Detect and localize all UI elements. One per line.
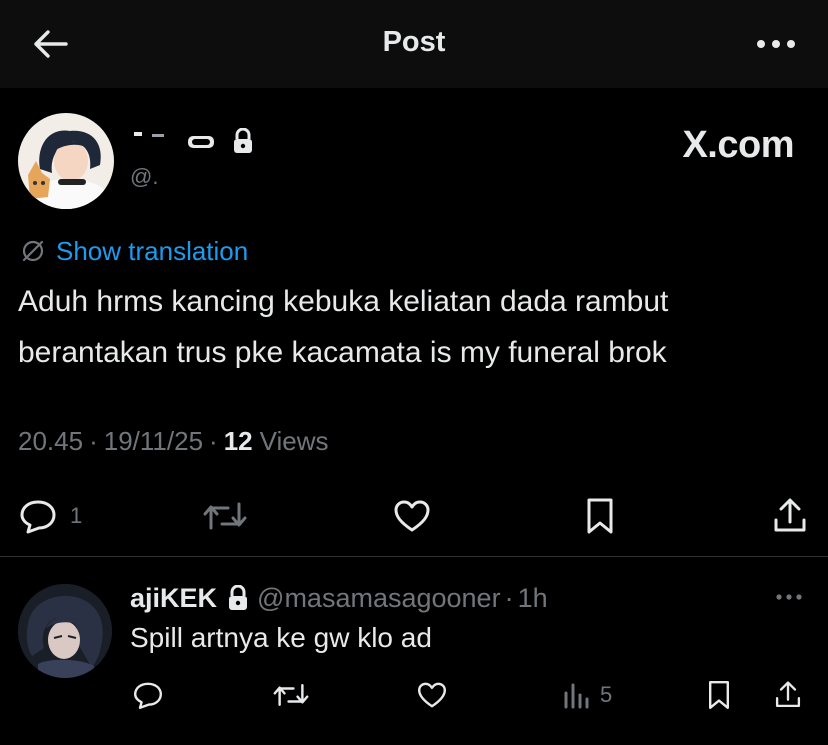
top-bar: Post [0, 0, 828, 88]
reply-author-avatar[interactable] [18, 584, 112, 678]
post-meta: 20.45 · 19/11/25 · 12 Views [18, 426, 329, 457]
repost-icon [273, 684, 309, 706]
reply-author-handle[interactable]: @masamasagooner [257, 583, 501, 614]
views-label: Views [259, 426, 329, 456]
bookmark-icon [709, 681, 730, 709]
reply-action-bar: 5 [0, 672, 828, 718]
like-icon [418, 682, 446, 708]
reply-share-button[interactable] [774, 672, 802, 718]
reply-more-button[interactable] [772, 584, 806, 610]
reply-bookmark-button[interactable] [706, 672, 732, 718]
like-button[interactable] [392, 490, 432, 542]
reply-lock [227, 585, 249, 611]
reply-like-button[interactable] [416, 672, 448, 718]
reply-header: ajiKEK @masamasagooner · 1h [130, 580, 548, 616]
reply-repost-button[interactable] [272, 672, 310, 718]
reply-icon [134, 682, 162, 710]
repost-button[interactable] [202, 490, 248, 542]
reply-separator: · [504, 582, 514, 613]
show-translation-link[interactable]: Show translation [20, 234, 248, 268]
analytics-icon [564, 683, 589, 709]
author-name-row [130, 126, 254, 156]
views-count: 12 [223, 426, 253, 456]
bookmark-button[interactable] [584, 490, 616, 542]
show-translation-label: Show translation [56, 235, 249, 266]
reply-count: 1 [70, 503, 83, 528]
share-icon [775, 681, 801, 708]
post-text-line: berantakan trus pke kacamata is my funer… [18, 336, 667, 369]
page-title: Post [382, 26, 446, 58]
bookmark-icon [587, 498, 613, 534]
more-options-button[interactable] [754, 30, 798, 58]
x-com-watermark: X.com [682, 124, 794, 167]
author-avatar[interactable] [18, 113, 114, 209]
post-date[interactable]: 19/11/25 [104, 426, 203, 457]
reply-icon [20, 500, 56, 534]
post-time[interactable]: 20.45 [18, 426, 83, 457]
like-icon [394, 500, 430, 532]
repost-icon [203, 502, 247, 530]
more-horizontal-icon [776, 594, 802, 600]
translate-globe-icon [22, 240, 44, 262]
arrow-left-icon [34, 30, 68, 58]
back-button[interactable] [28, 26, 72, 62]
post-text-line: Aduh hrms kancing kebuka keliatan dada r… [18, 285, 669, 318]
meta-separator: · [209, 426, 218, 456]
meta-separator: · [89, 426, 98, 456]
reply-views-button[interactable]: 5 [562, 672, 612, 718]
lock-icon [229, 585, 248, 610]
post-action-bar: 1 [0, 490, 828, 542]
lock-icon [234, 128, 252, 153]
reply-text: Spill artnya ke gw klo ad [130, 622, 432, 653]
reply-time[interactable]: 1h [518, 583, 548, 614]
share-button[interactable] [772, 490, 808, 542]
watermark-label: X.com [682, 124, 794, 166]
author-name-redacted [130, 130, 222, 152]
author-handle: @. [130, 164, 159, 189]
reply-button[interactable]: 1 [18, 490, 82, 542]
reply-views-count: 5 [600, 682, 613, 707]
share-icon [774, 498, 806, 532]
divider [0, 556, 828, 557]
post-text: Aduh hrms kancing kebuka keliatan dada r… [18, 276, 818, 378]
more-horizontal-icon [757, 40, 795, 48]
reply-author-name[interactable]: ajiKEK [130, 583, 217, 614]
reply-reply-button[interactable] [132, 672, 164, 718]
